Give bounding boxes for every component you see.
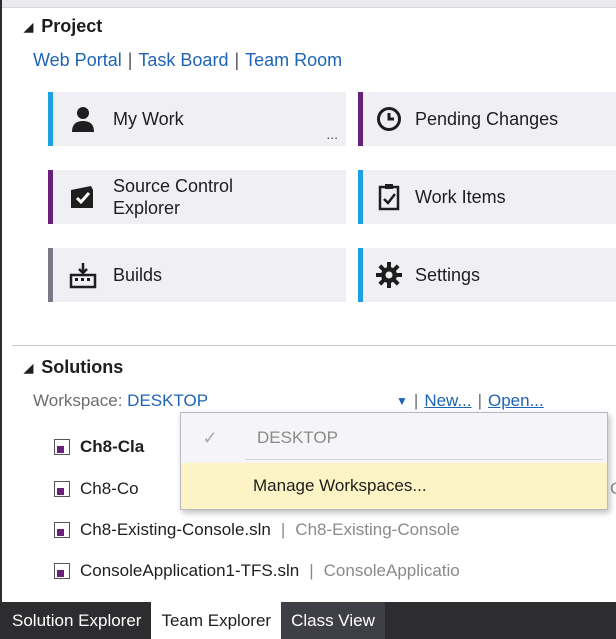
project-links: Web Portal | Task Board | Team Room: [33, 50, 342, 71]
solution-row[interactable]: Ch8-Co: [54, 479, 139, 499]
tile-work-items-label: Work Items: [415, 187, 506, 207]
solution-row[interactable]: Ch8-Cla: [54, 437, 144, 457]
solutions-header-label: Solutions: [41, 357, 124, 377]
tile-settings-label: Settings: [415, 265, 481, 285]
collapse-triangle-icon[interactable]: ◢: [24, 20, 33, 34]
team-explorer-panel: ◢ Project Web Portal | Task Board | Team…: [0, 0, 616, 639]
solution-file-icon: [54, 439, 70, 455]
link-separator: |: [234, 50, 240, 70]
dropdown-separator: [245, 459, 603, 460]
solution-project-name: C: [610, 479, 616, 499]
collapse-triangle-icon[interactable]: ◢: [24, 361, 33, 375]
solution-row[interactable]: Ch8-Existing-Console.sln | Ch8-Existing-…: [54, 520, 460, 540]
tile-source-control-explorer[interactable]: Source Control Explorer: [48, 170, 346, 224]
more-options-button[interactable]: ...: [326, 126, 338, 142]
chevron-down-icon[interactable]: ▼: [396, 394, 408, 408]
tile-pending-changes[interactable]: Pending Changes: [358, 92, 616, 146]
tool-window-tabs: Solution Explorer Team Explorer Class Vi…: [2, 602, 616, 639]
person-icon: [53, 105, 113, 133]
workspace-label: Workspace:: [33, 391, 128, 410]
workspace-selector[interactable]: DESKTOP: [127, 391, 208, 410]
open-solution-link[interactable]: Open...: [488, 391, 544, 411]
section-divider: [12, 345, 616, 346]
tab-solution-explorer[interactable]: Solution Explorer: [2, 602, 151, 639]
task-board-link[interactable]: Task Board: [138, 50, 228, 71]
solution-file-icon: [54, 481, 70, 497]
workspace-dropdown: ✓ DESKTOP Manage Workspaces...: [180, 412, 608, 510]
tile-settings[interactable]: Settings: [358, 248, 616, 302]
team-room-link[interactable]: Team Room: [245, 50, 342, 71]
dropdown-item-desktop-label: DESKTOP: [257, 428, 338, 447]
tile-builds[interactable]: Builds: [48, 248, 346, 302]
build-icon: [53, 261, 113, 289]
link-separator: |: [477, 391, 482, 410]
folder-check-icon: [53, 184, 113, 210]
new-solution-link[interactable]: New...: [424, 391, 471, 411]
tile-my-work-label: My Work: [113, 109, 184, 129]
row-separator: |: [280, 520, 286, 539]
gear-icon: [363, 261, 415, 289]
tile-pending-changes-label: Pending Changes: [415, 109, 559, 129]
web-portal-link[interactable]: Web Portal: [33, 50, 122, 71]
manage-workspaces-item[interactable]: Manage Workspaces...: [181, 463, 607, 509]
solution-row[interactable]: ConsoleApplication1-TFS.sln | ConsoleApp…: [54, 561, 460, 581]
tile-work-items[interactable]: Work Items: [358, 170, 616, 224]
tab-class-view[interactable]: Class View: [281, 602, 385, 639]
tile-source-control-explorer-label: Source Control Explorer: [113, 176, 234, 218]
manage-workspaces-label: Manage Workspaces...: [253, 476, 427, 495]
solution-name: Ch8-Cla: [80, 437, 145, 456]
solution-file-icon: [54, 563, 70, 579]
tile-builds-label: Builds: [113, 265, 163, 285]
workspace-actions: ▼ | New... | Open...: [396, 391, 544, 411]
link-separator: |: [413, 391, 419, 410]
top-strip: [2, 0, 616, 8]
solution-file-icon: [54, 522, 70, 538]
solution-project-name: Ch8-Existing-Console: [295, 520, 460, 539]
link-separator: |: [127, 50, 133, 70]
row-separator: |: [309, 561, 314, 580]
solution-name: Ch8-Existing-Console.sln: [80, 520, 271, 539]
checkmark-icon: ✓: [202, 427, 218, 448]
tab-team-explorer[interactable]: Team Explorer: [151, 602, 282, 639]
project-header-label: Project: [41, 16, 103, 36]
workspace-line: Workspace: DESKTOP: [33, 391, 208, 411]
solution-project-name: ConsoleApplicatio: [323, 561, 460, 580]
solution-name: Ch8-Co: [80, 479, 139, 498]
solutions-section-header[interactable]: ◢ Solutions: [24, 357, 123, 378]
tile-my-work[interactable]: My Work ...: [48, 92, 346, 146]
project-section-header[interactable]: ◢ Project: [24, 16, 102, 37]
clipboard-check-icon: [363, 183, 415, 211]
dropdown-item-desktop[interactable]: ✓ DESKTOP: [181, 415, 607, 461]
solution-name: ConsoleApplication1-TFS.sln: [80, 561, 300, 580]
clock-icon: [363, 106, 415, 132]
